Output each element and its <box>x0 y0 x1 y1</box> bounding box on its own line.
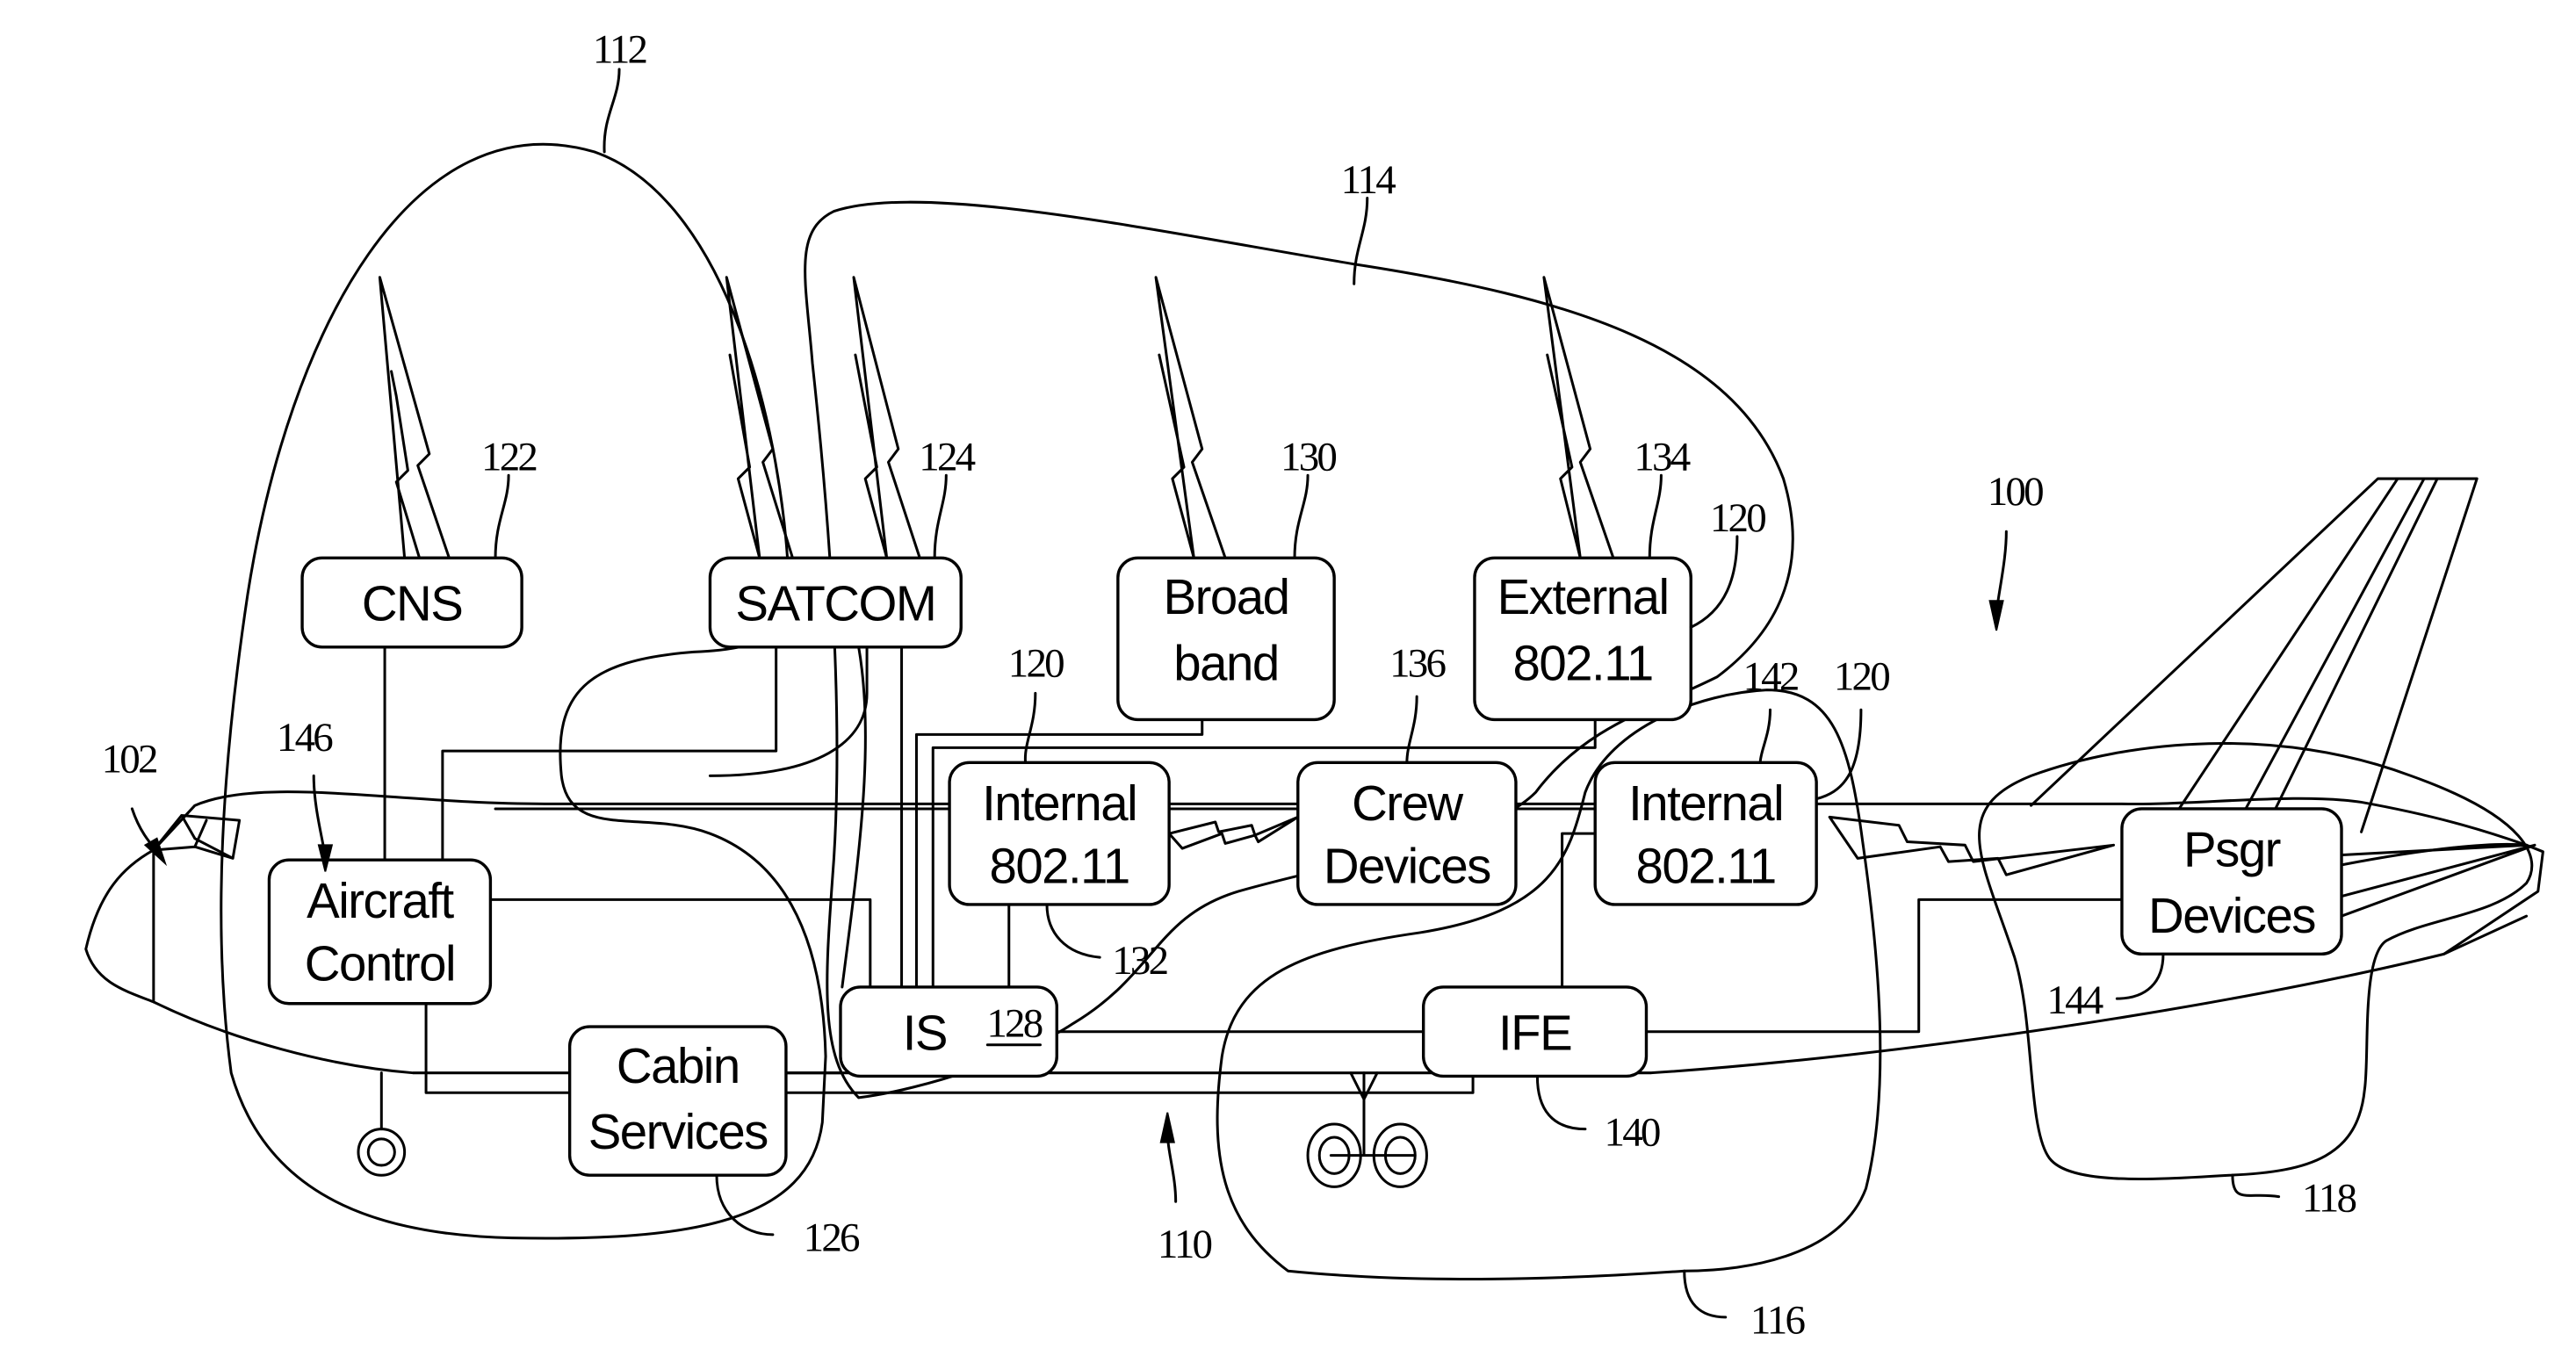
ref-110: 110 <box>1158 1222 1212 1267</box>
antenna-satcom-2 <box>852 276 921 559</box>
ref-116: 116 <box>1750 1298 1806 1344</box>
nose <box>84 848 155 1004</box>
ref-100: 100 <box>1988 469 2043 515</box>
vertical-stabilizer <box>2030 477 2479 833</box>
ref-120-external: 120 <box>1710 495 1765 541</box>
crew-devices-label-line1: Crew <box>1352 775 1463 831</box>
ref-114: 114 <box>1341 157 1396 203</box>
cabin-services-label-line2: Services <box>588 1104 768 1159</box>
cabin-services-label-line1: Cabin <box>617 1038 740 1093</box>
antenna-broadband <box>1154 276 1227 559</box>
internal-80211-pax-label-line1: Internal <box>1628 775 1783 831</box>
ref-134: 134 <box>1634 435 1690 480</box>
ref-126: 126 <box>804 1215 860 1261</box>
horizontal-stabilizer <box>2340 843 2536 918</box>
ref-140: 140 <box>1605 1109 1660 1155</box>
aircraft-control-label-line2: Control <box>305 935 455 991</box>
ref-122: 122 <box>481 435 536 480</box>
ref-136: 136 <box>1389 641 1446 687</box>
ref-124: 124 <box>919 435 975 480</box>
psgr-devices-label-line1: Psgr <box>2183 822 2281 877</box>
ref-142: 142 <box>1743 654 1797 700</box>
broadband-label-line2: band <box>1173 635 1278 690</box>
component-cns[interactable]: CNS <box>300 556 523 649</box>
aircraft-network-diagram: CNS SATCOM Broad band External 802.11 Ai… <box>84 26 2544 1344</box>
ref-118: 118 <box>2302 1176 2356 1222</box>
internal-80211-pax-label-line2: 802.11 <box>1636 839 1776 894</box>
broadband-label-line1: Broad <box>1164 569 1289 624</box>
diagram-canvas: CNS SATCOM Broad band External 802.11 Ai… <box>0 0 2576 1370</box>
component-crew-devices[interactable]: Crew Devices <box>1296 761 1518 906</box>
antenna-external <box>1542 276 1615 559</box>
ref-146: 146 <box>277 715 333 761</box>
component-external-80211[interactable]: External 802.11 <box>1473 556 1692 722</box>
component-is[interactable]: IS 128 <box>839 985 1058 1078</box>
component-internal-80211-crew[interactable]: Internal 802.11 <box>948 761 1171 906</box>
antenna-cns <box>378 276 451 559</box>
component-internal-80211-pax[interactable]: Internal 802.11 <box>1593 761 1818 906</box>
ref-112: 112 <box>593 26 646 72</box>
ref-130: 130 <box>1281 435 1336 480</box>
internal-80211-crew-label-line2: 802.11 <box>989 839 1129 894</box>
ref-120-internal-pax: 120 <box>1834 654 1889 700</box>
crew-devices-label-line2: Devices <box>1324 839 1490 894</box>
tail-cone <box>2340 842 2544 955</box>
ref-102: 102 <box>102 737 156 782</box>
cns-label: CNS <box>362 576 463 631</box>
arrow-100 <box>1988 600 2004 631</box>
wireless-link-crew <box>1167 815 1300 850</box>
component-broadband[interactable]: Broad band <box>1116 556 1336 722</box>
external-80211-label-line1: External <box>1497 569 1669 624</box>
arrow-110 <box>1159 1112 1175 1143</box>
external-80211-label-line2: 802.11 <box>1512 635 1652 690</box>
main-landing-gear <box>1306 1071 1428 1188</box>
component-satcom[interactable]: SATCOM <box>708 556 963 649</box>
component-ife[interactable]: IFE <box>1421 985 1649 1078</box>
nose-landing-gear <box>357 1071 407 1177</box>
is-ref-numeral: 128 <box>986 1000 1042 1046</box>
aircraft-control-label-line1: Aircraft <box>307 873 454 928</box>
psgr-devices-label-line2: Devices <box>2148 888 2315 943</box>
satcom-label: SATCOM <box>735 576 935 631</box>
component-aircraft-control[interactable]: Aircraft Control <box>267 858 493 1006</box>
internal-80211-crew-label-line1: Internal <box>982 775 1136 831</box>
wireless-link-passenger <box>1828 815 2116 876</box>
is-label: IS <box>903 1005 947 1060</box>
ref-132: 132 <box>1112 938 1166 984</box>
ref-120-internal-crew: 120 <box>1008 641 1064 687</box>
ife-label: IFE <box>1498 1005 1571 1060</box>
component-psgr-devices[interactable]: Psgr Devices <box>2120 807 2343 956</box>
ref-144: 144 <box>2046 977 2103 1023</box>
component-cabin-services[interactable]: Cabin Services <box>567 1025 788 1177</box>
